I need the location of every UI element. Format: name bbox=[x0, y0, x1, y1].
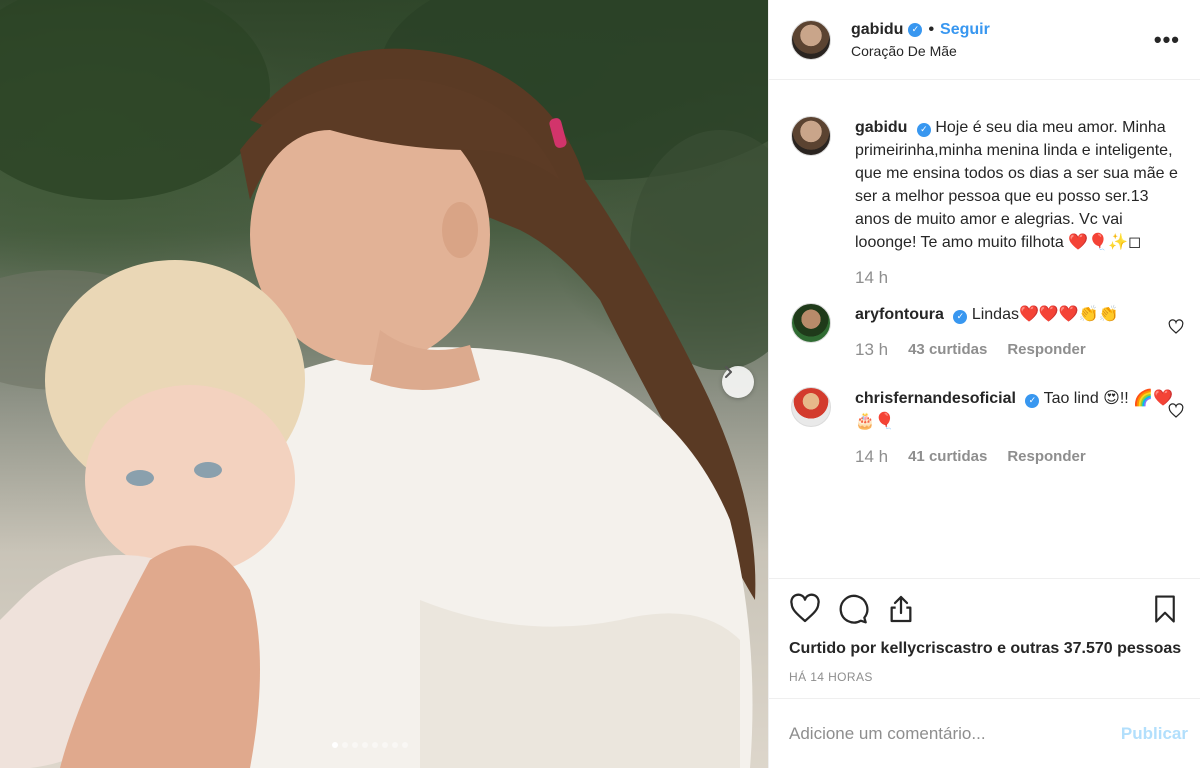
share-icon bbox=[890, 595, 912, 623]
post-header: gabidu ✓ • Seguir Coração De Mãe ••• bbox=[769, 0, 1200, 80]
instagram-post: gabidu ✓ • Seguir Coração De Mãe ••• gab… bbox=[0, 0, 1200, 768]
add-comment-bar: Publicar bbox=[769, 698, 1200, 768]
post-header-name-row: gabidu ✓ • Seguir bbox=[851, 21, 1154, 39]
post-timestamp[interactable]: HÁ 14 HORAS bbox=[789, 670, 1184, 684]
caption-time[interactable]: 14 h bbox=[855, 266, 888, 289]
comment-item: chrisfernandesoficial ✓ Tao lind 😍!! 🌈❤️… bbox=[791, 387, 1184, 468]
carousel-dot bbox=[402, 742, 408, 748]
action-icons bbox=[789, 593, 1184, 625]
comment-text: Lindas❤️❤️❤️👏👏 bbox=[971, 306, 1119, 323]
comment-meta: 14 h 41 curtidas Responder bbox=[855, 445, 1178, 468]
comment-like-heart-icon[interactable] bbox=[1168, 319, 1184, 335]
comment-body: chrisfernandesoficial ✓ Tao lind 😍!! 🌈❤️… bbox=[855, 387, 1178, 468]
caption-meta: 14 h bbox=[855, 266, 1178, 289]
comment-likes[interactable]: 43 curtidas bbox=[908, 338, 987, 361]
comment-like-heart-icon[interactable] bbox=[1168, 403, 1184, 419]
bookmark-icon bbox=[1155, 595, 1175, 623]
comment-likes[interactable]: 41 curtidas bbox=[908, 445, 987, 468]
verified-badge-icon: ✓ bbox=[908, 22, 923, 37]
comments-list[interactable]: gabidu ✓ Hoje é seu dia meu amor. Minha … bbox=[769, 80, 1200, 579]
carousel-dot bbox=[392, 742, 398, 748]
carousel-dot bbox=[382, 742, 388, 748]
save-button[interactable] bbox=[1150, 593, 1180, 625]
separator-bullet: • bbox=[928, 20, 935, 38]
comment-username[interactable]: aryfontoura bbox=[855, 306, 944, 323]
avatar[interactable] bbox=[791, 116, 831, 156]
caption-text: Hoje é seu dia meu amor. Minha primeirin… bbox=[855, 119, 1178, 251]
share-button[interactable] bbox=[885, 593, 917, 625]
post-header-info: gabidu ✓ • Seguir Coração De Mãe bbox=[851, 21, 1154, 59]
caption-body: gabidu ✓ Hoje é seu dia meu amor. Minha … bbox=[855, 116, 1178, 289]
post-actions: Curtido por kellycriscastro e outras 37.… bbox=[769, 579, 1200, 684]
post-side-panel: gabidu ✓ • Seguir Coração De Mãe ••• gab… bbox=[768, 0, 1200, 768]
carousel-next-button[interactable] bbox=[722, 366, 754, 398]
carousel-dot bbox=[352, 742, 358, 748]
reply-button[interactable]: Responder bbox=[1007, 338, 1085, 361]
comment-input[interactable] bbox=[789, 723, 1121, 744]
comment-time[interactable]: 13 h bbox=[855, 338, 888, 361]
verified-badge-icon: ✓ bbox=[916, 122, 931, 137]
comment-item: aryfontoura ✓ Lindas❤️❤️❤️👏👏 13 h 43 cur… bbox=[791, 303, 1184, 361]
carousel-dot bbox=[372, 742, 378, 748]
publish-button[interactable]: Publicar bbox=[1121, 724, 1188, 744]
carousel-dot bbox=[362, 742, 368, 748]
comment-body: aryfontoura ✓ Lindas❤️❤️❤️👏👏 13 h 43 cur… bbox=[855, 303, 1178, 361]
avatar[interactable] bbox=[791, 303, 831, 343]
carousel-indicator bbox=[332, 742, 408, 748]
verified-badge-icon: ✓ bbox=[1025, 393, 1040, 408]
avatar[interactable] bbox=[791, 19, 831, 60]
more-options-button[interactable]: ••• bbox=[1154, 27, 1180, 53]
avatar[interactable] bbox=[791, 387, 831, 427]
comment-icon bbox=[839, 594, 869, 624]
username-link[interactable]: gabidu bbox=[851, 21, 903, 39]
comment-time[interactable]: 14 h bbox=[855, 445, 888, 468]
caption-username[interactable]: gabidu bbox=[855, 119, 907, 136]
follow-button[interactable]: Seguir bbox=[940, 21, 990, 39]
like-button[interactable] bbox=[789, 593, 821, 625]
verified-badge-icon: ✓ bbox=[953, 309, 968, 324]
chevron-right-icon bbox=[725, 366, 732, 378]
caption: gabidu ✓ Hoje é seu dia meu amor. Minha … bbox=[791, 116, 1178, 289]
comment-username[interactable]: chrisfernandesoficial bbox=[855, 390, 1016, 407]
location-link[interactable]: Coração De Mãe bbox=[851, 43, 1154, 59]
comment-button[interactable] bbox=[837, 593, 869, 625]
likes-summary[interactable]: Curtido por kellycriscastro e outras 37.… bbox=[789, 637, 1184, 660]
photo-illustration bbox=[0, 0, 768, 768]
comment-meta: 13 h 43 curtidas Responder bbox=[855, 338, 1178, 361]
post-photo[interactable] bbox=[0, 0, 768, 768]
carousel-dot bbox=[332, 742, 338, 748]
reply-button[interactable]: Responder bbox=[1007, 445, 1085, 468]
heart-icon bbox=[790, 593, 820, 623]
carousel-dot bbox=[342, 742, 348, 748]
